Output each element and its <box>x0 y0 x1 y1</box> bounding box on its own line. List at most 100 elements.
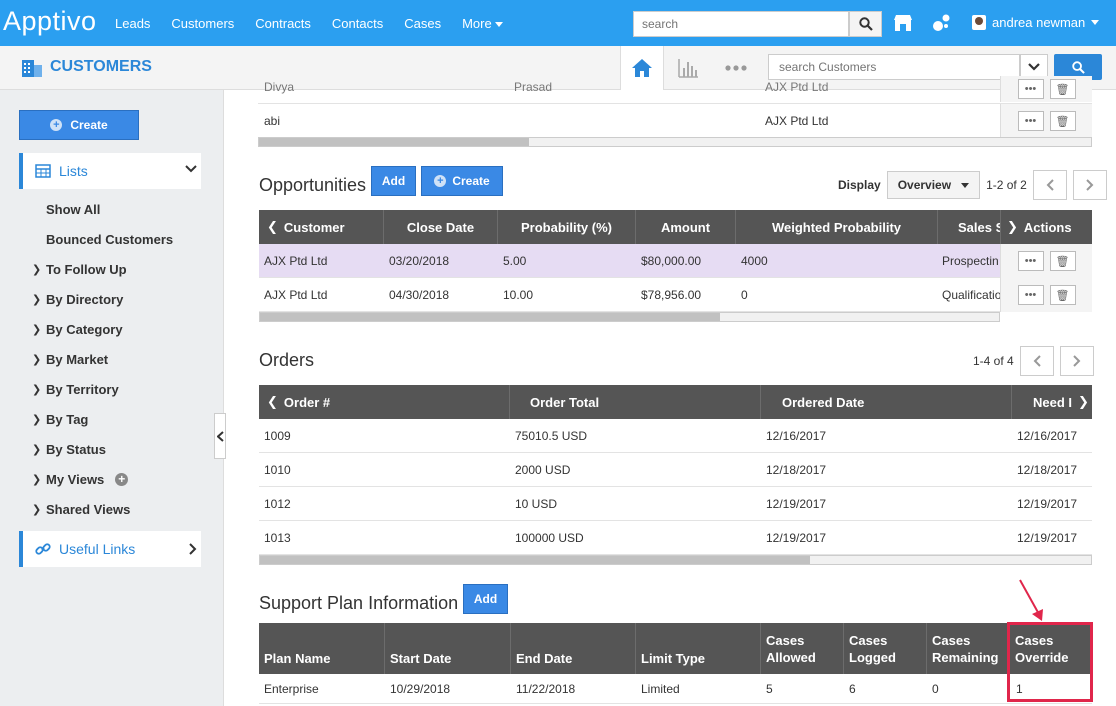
sidebar-item-bounced-customers[interactable]: Bounced Customers <box>46 232 173 247</box>
cell-customer[interactable]: AJX Ptd Ltd <box>264 278 327 312</box>
delete-button[interactable]: 🗑 <box>1049 79 1076 99</box>
cell-stage: Qualificatio <box>942 288 1000 302</box>
more-actions-button[interactable]: ••• <box>1017 285 1044 305</box>
more-actions-button[interactable]: ••• <box>1017 251 1044 271</box>
sidebar-collapse-toggle[interactable] <box>214 413 226 459</box>
annotation-arrow-icon <box>1019 579 1043 621</box>
cell-plan-name[interactable]: Enterprise <box>264 674 319 704</box>
scroll-left-icon[interactable]: ❮ <box>267 394 278 410</box>
add-opportunity-button[interactable]: Add <box>371 166 416 196</box>
col-cases-allowed[interactable]: Cases Allowed <box>761 623 844 674</box>
scroll-right-icon[interactable]: ❯ <box>1007 219 1018 235</box>
col-end-date[interactable]: End Date <box>511 623 636 674</box>
col-amount[interactable]: Amount <box>636 210 736 244</box>
col-label: Cases <box>932 633 971 648</box>
col-ordered-date[interactable]: Ordered Date <box>761 385 1012 419</box>
more-actions-button[interactable]: ••• <box>1017 79 1044 99</box>
col-sales-stage[interactable]: Sales S <box>938 210 1001 244</box>
add-view-icon[interactable]: + <box>115 473 129 486</box>
support-plan-table-header: Plan Name Start Date End Date Limit Type… <box>259 623 1092 674</box>
sidebar-item-by-status[interactable]: ❯ By Status <box>32 442 106 457</box>
nav-cases[interactable]: Cases <box>404 16 441 31</box>
col-start-date[interactable]: Start Date <box>385 623 511 674</box>
nav-leads[interactable]: Leads <box>115 16 150 31</box>
prev-page-button[interactable] <box>1019 346 1054 376</box>
horizontal-scrollbar[interactable] <box>258 137 1092 147</box>
col-customer[interactable]: ❮ Customer <box>259 210 384 244</box>
horizontal-scrollbar[interactable] <box>259 312 1000 322</box>
create-opportunity-button[interactable]: + Create <box>421 166 503 196</box>
global-search-button[interactable] <box>849 11 882 37</box>
col-probability[interactable]: Probability (%) <box>498 210 636 244</box>
cell-order-number[interactable]: 1009 <box>264 419 291 453</box>
cell-customer[interactable]: AJX Ptd Ltd <box>264 244 327 278</box>
col-need-by[interactable]: Need I ❯ <box>1012 385 1092 419</box>
prev-page-button[interactable] <box>1032 170 1067 200</box>
add-support-plan-button[interactable]: Add <box>463 584 508 614</box>
table-row[interactable]: AJX Ptd Ltd 04/30/2018 10.00 $78,956.00 … <box>259 278 1000 312</box>
horizontal-scrollbar[interactable] <box>259 555 1092 565</box>
nav-customers[interactable]: Customers <box>171 16 234 31</box>
sidebar-item-my-views[interactable]: ❯ My Views + <box>32 472 129 487</box>
col-close-date[interactable]: Close Date <box>384 210 498 244</box>
sidebar-item-by-market[interactable]: ❯ By Market <box>32 352 108 367</box>
col-weighted-probability[interactable]: Weighted Probability <box>736 210 938 244</box>
display-select[interactable]: Overview <box>886 171 981 199</box>
table-row[interactable]: Divya Prasad AJX Ptd Ltd <box>258 76 1092 104</box>
col-plan-name[interactable]: Plan Name <box>259 623 385 674</box>
global-search-input[interactable] <box>633 11 849 37</box>
next-page-button[interactable] <box>1059 346 1094 376</box>
scroll-left-icon[interactable]: ❮ <box>267 219 278 235</box>
col-label: Order # <box>283 394 331 410</box>
user-menu[interactable]: andrea newman <box>972 15 1100 30</box>
cell-order-number[interactable]: 1013 <box>264 521 291 555</box>
delete-button[interactable]: 🗑 <box>1049 285 1076 305</box>
sidebar-item-to-follow-up[interactable]: ❯ To Follow Up <box>32 262 127 277</box>
table-row[interactable]: abi AJX Ptd Ltd <box>258 104 1092 138</box>
more-actions-button[interactable]: ••• <box>1017 111 1044 131</box>
cell-order-number[interactable]: 1010 <box>264 453 291 487</box>
col-label: Cases <box>849 633 888 648</box>
col-limit-type[interactable]: Limit Type <box>636 623 761 674</box>
create-customer-button[interactable]: + Create <box>19 110 139 140</box>
col-order-total[interactable]: Order Total <box>510 385 761 419</box>
table-row[interactable]: 1012 10 USD 12/19/2017 12/19/2017 <box>259 487 1092 521</box>
table-row[interactable]: 1013 100000 USD 12/19/2017 12/19/2017 <box>259 521 1092 555</box>
col-cases-remaining[interactable]: Cases Remaining <box>927 623 1010 674</box>
main-nav: Leads Customers Contracts Contacts Cases… <box>115 16 524 31</box>
sidebar-item-by-tag[interactable]: ❯ By Tag <box>32 412 88 427</box>
cell-ordered-date: 12/16/2017 <box>766 429 827 443</box>
table-row[interactable]: AJX Ptd Ltd 03/20/2018 5.00 $80,000.00 4… <box>259 244 1000 278</box>
store-icon[interactable] <box>893 13 913 33</box>
next-page-button[interactable] <box>1072 170 1107 200</box>
nav-more[interactable]: More <box>462 16 503 31</box>
col-order-number[interactable]: ❮ Order # <box>259 385 510 419</box>
col-cases-logged[interactable]: Cases Logged <box>844 623 927 674</box>
delete-button[interactable]: 🗑 <box>1049 111 1076 131</box>
sidebar-item-show-all[interactable]: Show All <box>46 202 100 217</box>
nav-contracts[interactable]: Contracts <box>255 16 311 31</box>
search-icon <box>858 17 873 31</box>
scrollbar-thumb[interactable] <box>259 138 529 146</box>
cell-end-date: 11/22/2018 <box>516 682 576 696</box>
scrollbar-thumb[interactable] <box>260 313 720 321</box>
sidebar-item-by-directory[interactable]: ❯ By Directory <box>32 292 123 307</box>
table-row[interactable]: 1009 75010.5 USD 12/16/2017 12/16/2017 <box>259 419 1092 453</box>
sidebar-item-shared-views[interactable]: ❯ Shared Views <box>32 502 130 517</box>
scrollbar-thumb[interactable] <box>260 556 810 564</box>
delete-button[interactable]: 🗑 <box>1049 251 1076 271</box>
table-icon <box>35 164 51 178</box>
nav-contacts[interactable]: Contacts <box>332 16 383 31</box>
scroll-right-icon[interactable]: ❯ <box>1078 394 1089 410</box>
sidebar-item-by-category[interactable]: ❯ By Category <box>32 322 123 337</box>
apps-icon[interactable] <box>932 13 952 33</box>
cell-order-total: 10 USD <box>515 497 558 511</box>
lists-panel-header[interactable]: Lists <box>19 153 201 189</box>
table-row[interactable]: Enterprise 10/29/2018 11/22/2018 Limited… <box>259 674 1092 704</box>
app-logo[interactable]: Apptivo <box>3 6 97 37</box>
sidebar-item-by-territory[interactable]: ❯ By Territory <box>32 382 119 397</box>
cell-order-number[interactable]: 1012 <box>264 487 291 521</box>
table-row[interactable]: 1010 2000 USD 12/18/2017 12/18/2017 <box>259 453 1092 487</box>
row-actions: ••• 🗑 <box>1000 104 1092 138</box>
useful-links-panel-header[interactable]: Useful Links <box>19 531 201 567</box>
